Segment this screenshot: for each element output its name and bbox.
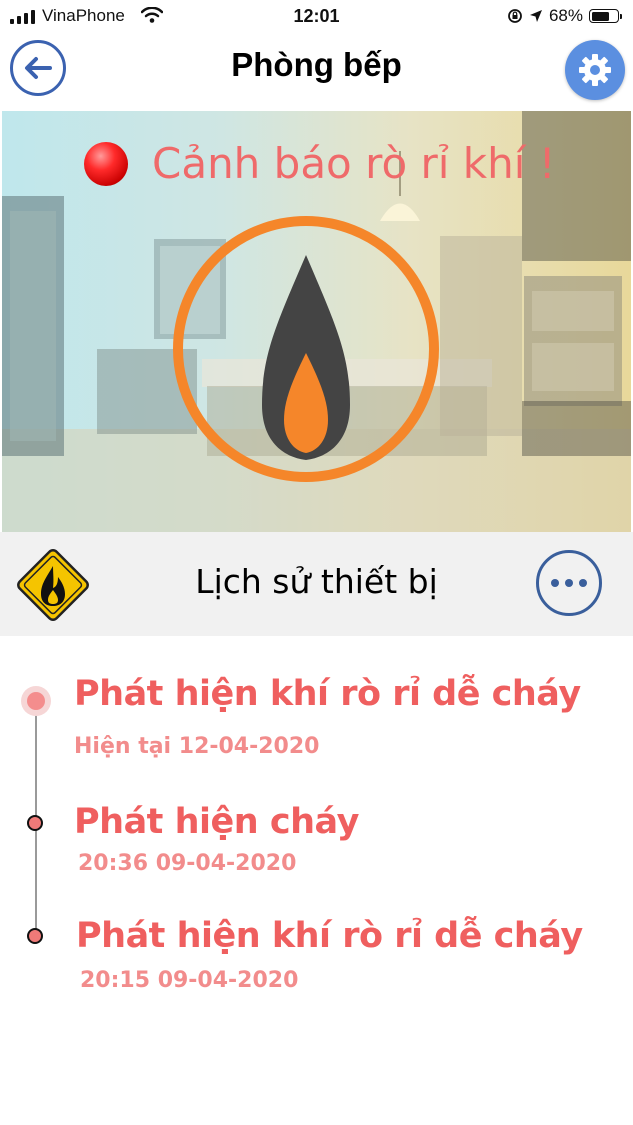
alert-indicator-icon: [84, 141, 128, 186]
gear-icon: [579, 54, 611, 86]
more-dot: [579, 579, 587, 587]
event-title[interactable]: Phát hiện khí rò rỉ dễ cháy: [74, 674, 581, 714]
battery-icon: [589, 9, 622, 23]
battery-fill: [591, 11, 609, 21]
event-title[interactable]: Phát hiện cháy: [74, 802, 359, 842]
event-title[interactable]: Phát hiện khí rò rỉ dễ cháy: [76, 916, 583, 956]
timeline-dot: [27, 815, 43, 831]
event-date: Hiện tại 12-04-2020: [74, 734, 320, 759]
event-date: 20:15 09-04-2020: [80, 968, 299, 993]
page-title: Phòng bếp: [231, 46, 402, 83]
status-bar: VinaPhone 12:01 68%: [0, 0, 633, 34]
event-date: 20:36 09-04-2020: [78, 851, 297, 876]
more-button[interactable]: [536, 550, 602, 616]
location-arrow-icon: [529, 10, 542, 22]
battery-percent: 68%: [548, 6, 583, 25]
more-dot: [551, 579, 559, 587]
timeline-dot: [27, 928, 43, 944]
gas-leak-alert: Cảnh báo rò rỉ khí !: [84, 139, 556, 188]
kitchen-hero: Cảnh báo rò rỉ khí !: [2, 111, 631, 532]
gas-flame-icon: [173, 216, 439, 482]
more-dot: [565, 579, 573, 587]
settings-button[interactable]: [565, 40, 625, 100]
history-bar: Lịch sử thiết bị: [0, 532, 633, 636]
timeline-dot-current: [21, 686, 51, 716]
header: Phòng bếp: [0, 34, 633, 110]
alert-text: Cảnh báo rò rỉ khí !: [152, 139, 556, 188]
rotation-lock-icon: [508, 9, 522, 23]
status-right: 68%: [507, 6, 622, 26]
